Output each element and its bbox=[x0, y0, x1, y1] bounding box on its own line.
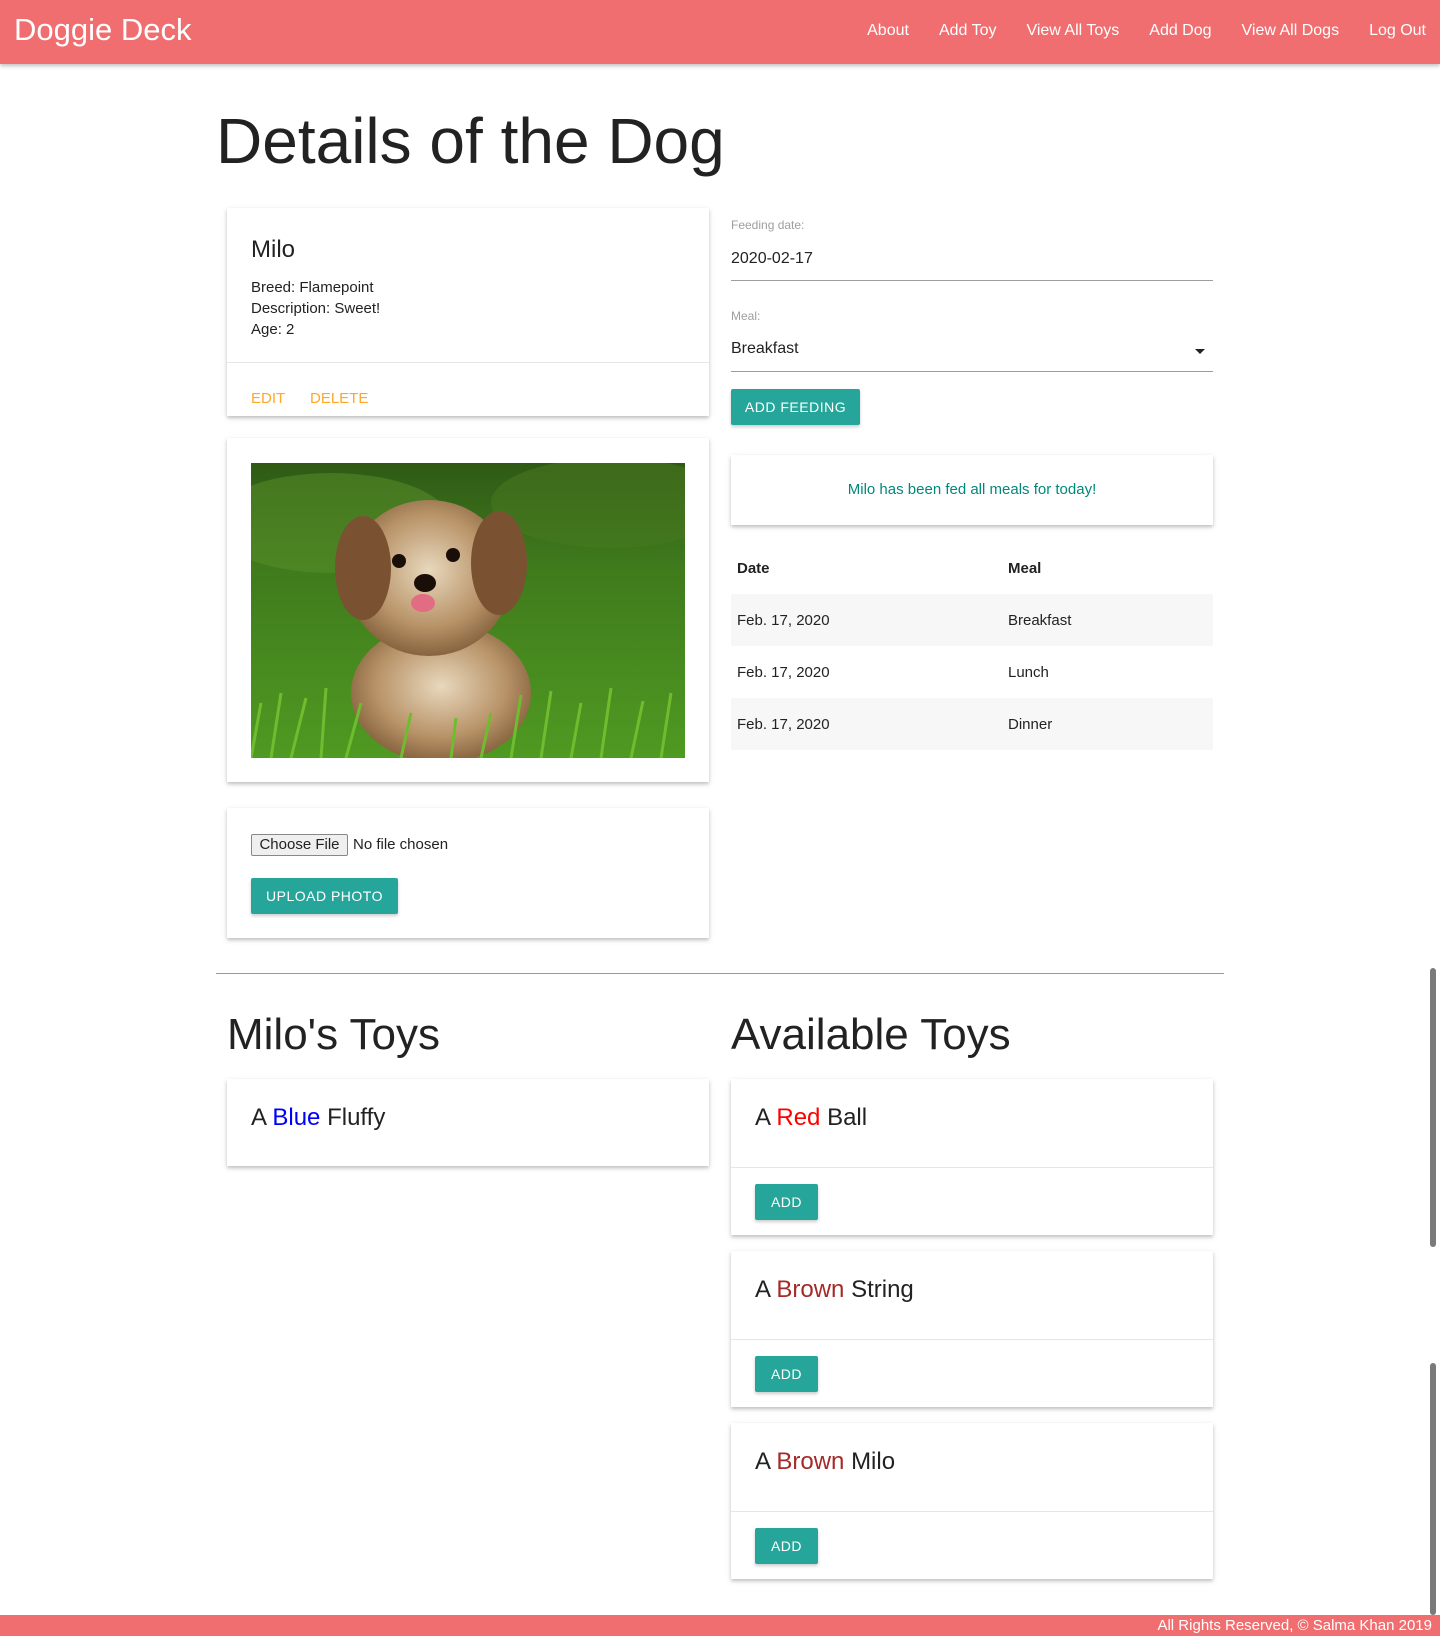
toy-prefix: A bbox=[755, 1448, 770, 1475]
chevron-down-icon[interactable] bbox=[1195, 349, 1205, 354]
available-toy-card: A Brown Milo ADD bbox=[731, 1423, 1213, 1579]
edit-link[interactable]: EDIT bbox=[251, 390, 285, 407]
toy-type: Milo bbox=[851, 1448, 896, 1475]
navbar: Doggie Deck About Add Toy View All Toys … bbox=[0, 0, 1440, 64]
cell-meal: Breakfast bbox=[1008, 611, 1072, 629]
feeding-date-underline bbox=[731, 280, 1213, 281]
nav-view-all-dogs[interactable]: View All Dogs bbox=[1242, 22, 1340, 40]
section-divider bbox=[216, 973, 1224, 974]
nav-log-out[interactable]: Log Out bbox=[1369, 22, 1426, 40]
add-toy-button[interactable]: ADD bbox=[755, 1356, 818, 1392]
cell-meal: Lunch bbox=[1008, 663, 1049, 681]
delete-link[interactable]: DELETE bbox=[310, 390, 368, 407]
feedings-table: Date Meal Feb. 17, 2020 Breakfast Feb. 1… bbox=[731, 542, 1213, 750]
brand-logo[interactable]: Doggie Deck bbox=[14, 12, 191, 48]
add-toy-button[interactable]: ADD bbox=[755, 1528, 818, 1564]
table-row: Feb. 17, 2020 Dinner bbox=[731, 698, 1213, 750]
toy-name: A Brown String bbox=[755, 1276, 914, 1304]
scrollbar-thumb[interactable] bbox=[1430, 968, 1436, 1247]
feeding-date-label: Feeding date: bbox=[731, 218, 805, 232]
cell-date: Feb. 17, 2020 bbox=[737, 715, 830, 733]
choose-file-button[interactable]: Choose File bbox=[251, 834, 348, 856]
toy-prefix: A bbox=[755, 1104, 770, 1131]
add-toy-button[interactable]: ADD bbox=[755, 1184, 818, 1220]
toy-name: A Blue Fluffy bbox=[251, 1104, 385, 1132]
column-header-meal: Meal bbox=[1008, 559, 1042, 577]
nav-add-dog[interactable]: Add Dog bbox=[1149, 22, 1211, 40]
upload-card: Choose File No file chosen UPLOAD PHOTO bbox=[227, 808, 709, 938]
feeding-date-input[interactable]: 2020-02-17 bbox=[731, 250, 813, 268]
upload-photo-button[interactable]: UPLOAD PHOTO bbox=[251, 878, 398, 914]
toy-color: Brown bbox=[776, 1276, 845, 1303]
card-divider bbox=[227, 362, 709, 363]
available-toys-title: Available Toys bbox=[731, 1010, 1011, 1059]
toy-name: A Red Ball bbox=[755, 1104, 867, 1132]
fed-status-card: Milo has been fed all meals for today! bbox=[731, 455, 1213, 525]
nav-links: About Add Toy View All Toys Add Dog View… bbox=[867, 22, 1426, 40]
available-toy-card: A Red Ball ADD bbox=[731, 1079, 1213, 1235]
toy-color: Red bbox=[776, 1104, 821, 1131]
add-feeding-button[interactable]: ADD FEEDING bbox=[731, 389, 860, 425]
table-row: Feb. 17, 2020 Lunch bbox=[731, 646, 1213, 698]
page-title: Details of the Dog bbox=[216, 105, 725, 177]
footer: All Rights Reserved, © Salma Khan 2019 bbox=[0, 1615, 1440, 1636]
meal-underline bbox=[731, 371, 1213, 372]
scrollbar-thumb-secondary[interactable] bbox=[1430, 1363, 1436, 1615]
fed-status-message: Milo has been fed all meals for today! bbox=[847, 481, 1097, 498]
milos-toys-title: Milo's Toys bbox=[227, 1010, 440, 1059]
nav-add-toy[interactable]: Add Toy bbox=[939, 22, 997, 40]
toy-prefix: A bbox=[755, 1276, 770, 1303]
toy-type: String bbox=[851, 1276, 914, 1303]
dog-photo-card bbox=[227, 438, 709, 782]
dog-description: Description: Sweet! bbox=[251, 300, 381, 317]
dog-breed: Breed: Flamepoint bbox=[251, 279, 374, 296]
owned-toy-card: A Blue Fluffy bbox=[227, 1079, 709, 1166]
toy-type: Ball bbox=[827, 1104, 868, 1131]
card-divider bbox=[731, 1167, 1213, 1168]
available-toy-card: A Brown String ADD bbox=[731, 1251, 1213, 1407]
column-header-date: Date bbox=[737, 559, 770, 577]
table-row: Feb. 17, 2020 Breakfast bbox=[731, 594, 1213, 646]
dog-age: Age: 2 bbox=[251, 321, 295, 338]
toy-color: Brown bbox=[776, 1448, 845, 1475]
card-divider bbox=[731, 1339, 1213, 1340]
meal-label: Meal: bbox=[731, 309, 761, 323]
toy-color: Blue bbox=[272, 1104, 321, 1131]
dog-photo bbox=[251, 463, 685, 758]
file-status: No file chosen bbox=[353, 836, 449, 853]
toy-type: Fluffy bbox=[327, 1104, 386, 1131]
cell-date: Feb. 17, 2020 bbox=[737, 663, 830, 681]
dog-name: Milo bbox=[251, 236, 296, 263]
table-header: Date Meal bbox=[731, 542, 1213, 594]
footer-copyright: All Rights Reserved, © Salma Khan 2019 bbox=[1157, 1617, 1432, 1634]
meal-select[interactable]: Breakfast bbox=[731, 340, 799, 358]
cell-meal: Dinner bbox=[1008, 715, 1053, 733]
nav-view-all-toys[interactable]: View All Toys bbox=[1026, 22, 1119, 40]
toy-name: A Brown Milo bbox=[755, 1448, 895, 1476]
toy-prefix: A bbox=[251, 1104, 266, 1131]
cell-date: Feb. 17, 2020 bbox=[737, 611, 830, 629]
card-divider bbox=[731, 1511, 1213, 1512]
dog-info-card: Milo Breed: Flamepoint Description: Swee… bbox=[227, 208, 709, 416]
nav-about[interactable]: About bbox=[867, 22, 909, 40]
